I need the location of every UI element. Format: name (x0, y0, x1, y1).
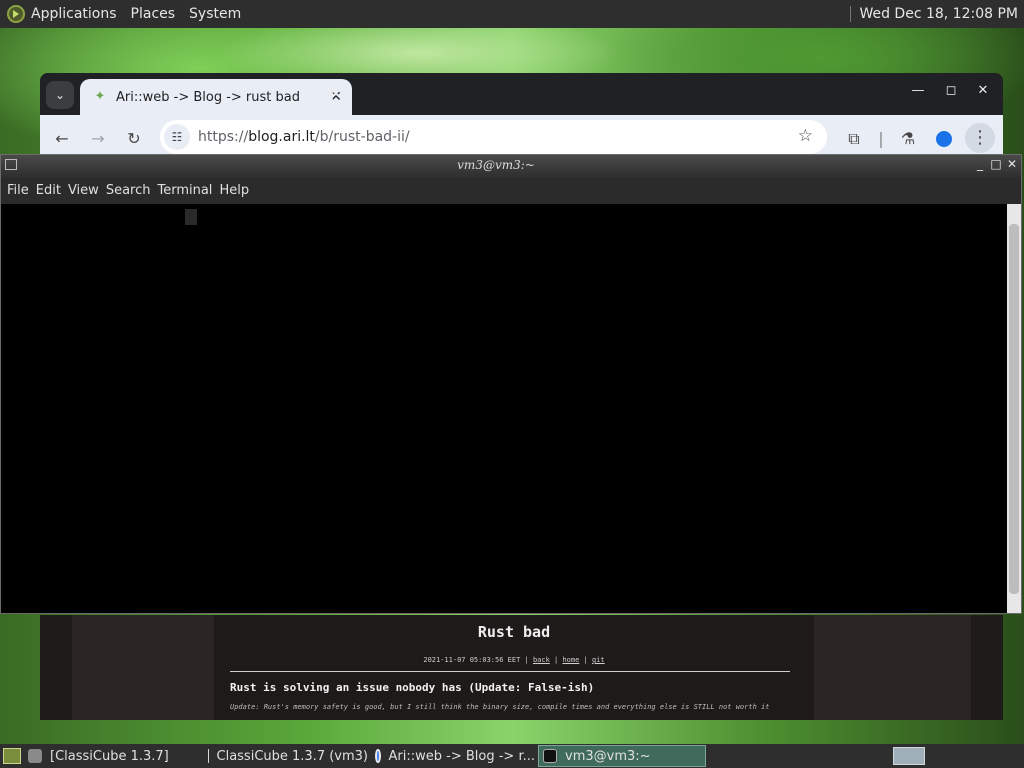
blog-title: Rust bad (477, 623, 551, 641)
new-tab-button[interactable]: + (322, 81, 342, 107)
taskbar-item-label: ClassiCube 1.3.7 (vm3) (216, 748, 369, 764)
chevron-down-icon: ⌄ (54, 88, 66, 102)
close-window-button[interactable]: ✕ (973, 83, 993, 98)
places-menu[interactable]: Places (131, 6, 176, 22)
page-margin-right (971, 615, 1003, 720)
taskbar-item[interactable]: [ClassiCube 1.3.7] (28, 745, 198, 767)
blog-page: Rust bad 2021-11-07 05:03:56 EET | back … (40, 615, 1003, 720)
toolbar-separator: | (878, 129, 884, 148)
menu-edit[interactable]: Edit (36, 183, 61, 198)
taskbar-item-label: vm3@vm3:~ (565, 748, 651, 764)
back-link[interactable]: back (533, 656, 550, 664)
post-heading: Rust is solving an issue nobody has (Upd… (230, 681, 595, 694)
scrollbar-thumb[interactable] (1009, 224, 1019, 594)
terminal-menubar: File Edit View Search Terminal Help (1, 177, 1021, 204)
favicon-icon: ✦ (94, 89, 106, 104)
applications-menu[interactable]: Applications (31, 6, 117, 22)
cube-icon (208, 749, 209, 763)
taskbar-item[interactable]: Ari::web -> Blog -> r... (375, 745, 535, 767)
terminal-icon (543, 749, 557, 763)
taskbar-item-label: Ari::web -> Blog -> r... (388, 748, 535, 764)
taskbar-item[interactable]: ClassiCube 1.3.7 (vm3) (208, 745, 368, 767)
menu-search[interactable]: Search (106, 183, 151, 198)
system-menu[interactable]: System (189, 6, 241, 22)
menu-help[interactable]: Help (219, 183, 249, 198)
address-bar[interactable]: ☷ https:// blog.ari.lt /b/rust-bad-ii/ ☆ (160, 120, 827, 154)
chrome-icon (375, 749, 381, 763)
minimize-button[interactable]: — (908, 83, 928, 98)
terminal-title: vm3@vm3:~ (457, 158, 535, 172)
divider (230, 671, 790, 672)
taskbar-item[interactable]: vm3@vm3:~ (538, 745, 706, 767)
labs-flask-icon[interactable]: ⚗ (896, 127, 920, 151)
reload-button[interactable]: ↻ (122, 127, 146, 151)
terminal-close-button[interactable]: ✕ (1005, 157, 1019, 171)
tab-strip: ⌄ ✦ Ari::web -> Blog -> rust bad ✕ + — ◻… (40, 73, 1003, 115)
terminal-titlebar[interactable]: vm3@vm3:~ _ □ ✕ (1, 155, 1021, 177)
window-icon (28, 749, 42, 763)
terminal-scrollbar[interactable] (1007, 204, 1021, 613)
top-panel: Applications Places System Wed Dec 18, 1… (0, 0, 1024, 28)
terminal-maximize-button[interactable]: □ (989, 157, 1003, 171)
git-link[interactable]: git (592, 656, 605, 664)
terminal-window: vm3@vm3:~ _ □ ✕ File Edit View Search Te… (0, 154, 1022, 614)
menu-view[interactable]: View (68, 183, 99, 198)
browser-menu-button[interactable]: ⋮ (965, 123, 995, 153)
distro-logo-icon[interactable] (7, 5, 25, 23)
home-link[interactable]: home (562, 656, 579, 664)
page-margin-left (40, 615, 72, 720)
tab-title: Ari::web -> Blog -> rust bad (116, 89, 300, 105)
maximize-button[interactable]: ◻ (941, 83, 961, 98)
tab-search-button[interactable]: ⌄ (46, 81, 74, 109)
blog-article: Rust bad 2021-11-07 05:03:56 EET | back … (214, 615, 814, 720)
text-cursor (185, 209, 197, 225)
back-button[interactable]: ← (50, 127, 74, 151)
menu-terminal[interactable]: Terminal (157, 183, 212, 198)
panel-separator (850, 6, 852, 22)
browser-tab[interactable]: ✦ Ari::web -> Blog -> rust bad ✕ (80, 79, 352, 115)
update-note: Update: Rust's memory safety is good, bu… (230, 703, 770, 711)
forward-button[interactable]: → (86, 127, 110, 151)
workspace-switcher[interactable] (893, 747, 925, 765)
terminal-output[interactable] (1, 204, 1007, 613)
menu-file[interactable]: File (7, 183, 29, 198)
bookmark-star-icon[interactable]: ☆ (798, 126, 813, 146)
taskbar-item-label: [ClassiCube 1.3.7] (50, 748, 169, 764)
url-scheme: https:// (198, 129, 249, 145)
site-info-icon[interactable]: ☷ (164, 124, 190, 150)
terminal-minimize-button[interactable]: _ (973, 157, 987, 171)
clock[interactable]: Wed Dec 18, 12:08 PM (859, 6, 1018, 22)
show-desktop-icon[interactable] (3, 748, 21, 764)
profile-avatar-icon[interactable] (936, 131, 952, 147)
extensions-icon[interactable]: ⧉ (842, 127, 866, 151)
post-date: 2021-11-07 05:03:56 EET | (423, 656, 533, 664)
blog-meta: 2021-11-07 05:03:56 EET | back | home | … (423, 656, 605, 664)
browser-window: ⌄ ✦ Ari::web -> Blog -> rust bad ✕ + — ◻… (40, 73, 1003, 163)
url-host: blog.ari.lt (248, 129, 315, 145)
url-path: /b/rust-bad-ii/ (314, 129, 410, 145)
bottom-panel: [ClassiCube 1.3.7] ClassiCube 1.3.7 (vm3… (0, 744, 1024, 768)
